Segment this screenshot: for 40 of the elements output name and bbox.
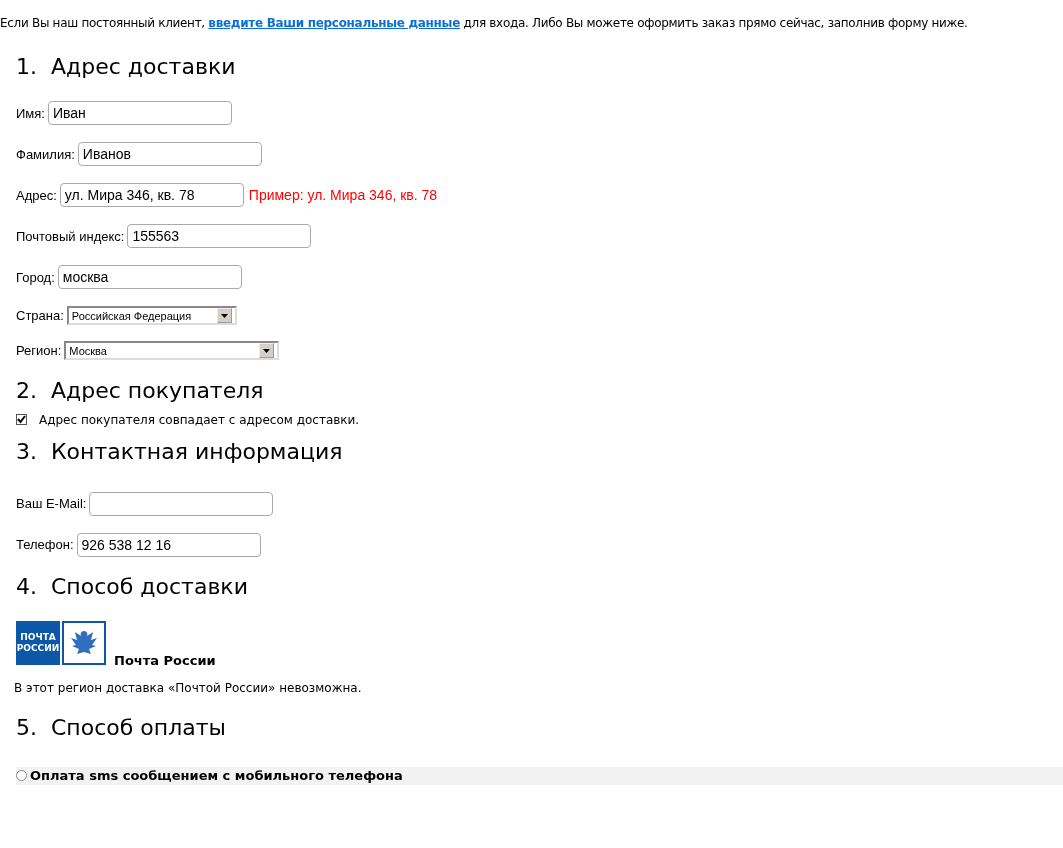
- logo-wordmark: ПОЧТА РОССИИ: [16, 620, 60, 665]
- text-field[interactable]: Иван: [47, 101, 232, 126]
- section-number: 3.: [16, 438, 37, 466]
- dropdown[interactable]: Москва: [64, 341, 280, 361]
- section-title: Способ доставки: [51, 574, 248, 601]
- text-field[interactable]: 926 538 12 16: [76, 533, 261, 558]
- field-label: Регион:: [16, 342, 62, 361]
- field-label: Ваш E-Mail:: [16, 495, 87, 514]
- field-label: Адрес:: [16, 186, 57, 205]
- field-label: Страна:: [16, 307, 64, 326]
- field-label: Почтовый индекс:: [16, 227, 125, 246]
- section-number: 2.: [16, 378, 37, 405]
- section-title: Способ оплаты: [51, 714, 226, 741]
- field-label: Фамилия:: [16, 145, 75, 164]
- text-field[interactable]: москва: [57, 265, 242, 290]
- radio-button[interactable]: [16, 770, 27, 782]
- section-title: Адрес покупателя: [51, 378, 264, 405]
- text-field[interactable]: Иванов: [77, 142, 262, 167]
- text-field[interactable]: ул. Мира 346, кв. 78: [59, 183, 244, 208]
- checkbox-label: Адрес покупателя совпадает с адресом доставки.: [39, 411, 360, 429]
- section-number: 1.: [16, 54, 37, 81]
- carrier-name: Почта России: [114, 652, 216, 671]
- section-number: 4.: [16, 574, 37, 601]
- section-number: 5.: [16, 714, 37, 741]
- text-field[interactable]: 155563: [127, 224, 312, 249]
- field-label: Город:: [16, 268, 55, 287]
- field-label: Телефон:: [16, 536, 74, 555]
- dropdown[interactable]: Российская Федерация: [66, 306, 237, 326]
- payment-option[interactable]: Оплата sms сообщением с мобильного телефона: [16, 766, 1063, 785]
- text-field[interactable]: [89, 492, 274, 517]
- delivery-note: В этот регион доставка «Почтой России» невозможна.: [14, 679, 363, 697]
- dropdown-arrow-icon: [220, 313, 228, 318]
- intro-text: Если Вы наш постоянный клиент, введите Ваши персональные данные для входа. Либо Вы можете оформить заказ прямо сейчас, заполнив форму ниже.: [0, 15, 969, 32]
- login-link[interactable]: введите Ваши персональные данные: [208, 16, 460, 30]
- dropdown-arrow-icon: [263, 348, 271, 353]
- field-label: Имя:: [16, 104, 45, 123]
- section-title: Адрес доставки: [51, 54, 236, 81]
- example-hint: Пример: ул. Мира 346, кв. 78: [248, 185, 438, 205]
- checkbox[interactable]: [16, 414, 27, 426]
- section-title: Контактная информация: [51, 438, 343, 466]
